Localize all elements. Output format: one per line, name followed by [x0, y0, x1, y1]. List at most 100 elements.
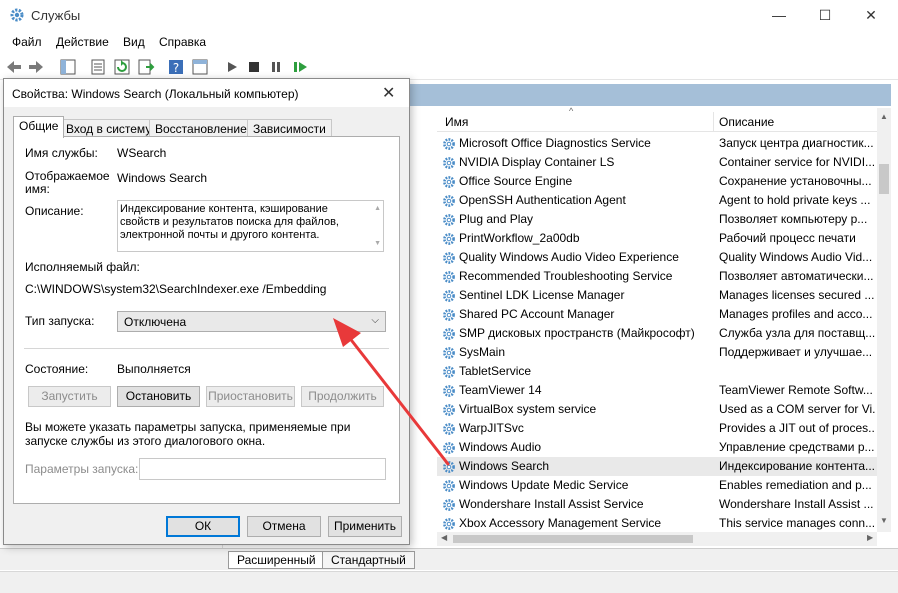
service-name: Plug and Play [459, 212, 534, 226]
service-name: NVIDIA Display Container LS [459, 155, 615, 169]
scroll-down-icon[interactable]: ▼ [877, 516, 891, 525]
tab-extended[interactable]: Расширенный [228, 551, 325, 569]
service-row[interactable]: TeamViewer 14 TeamViewer Remote Softw... [437, 381, 877, 400]
service-gear-icon [443, 290, 455, 302]
startup-type-value: Отключена [124, 315, 187, 329]
help-icon[interactable]: ? [166, 57, 186, 77]
service-name: OpenSSH Authentication Agent [459, 193, 626, 207]
menu-action[interactable]: Действие [56, 35, 109, 49]
service-row[interactable]: Windows Update Medic Service Enables reme… [437, 476, 877, 495]
service-row[interactable]: OpenSSH Authentication Agent Agent to hol… [437, 191, 877, 210]
startup-params-input[interactable] [139, 458, 386, 480]
startup-type-select[interactable]: Отключена ⌵ [117, 311, 386, 332]
service-row[interactable]: Recommended Troubleshooting Service Позво… [437, 267, 877, 286]
status-value: Выполняется [117, 362, 191, 376]
service-row[interactable]: Quality Windows Audio Video Experience Qu… [437, 248, 877, 267]
service-name: SMP дисковых пространств (Майкрософт) [459, 326, 695, 340]
play-icon[interactable] [222, 57, 242, 77]
service-description: Used as a COM server for Vi... [719, 402, 875, 416]
back-arrow-icon[interactable] [4, 57, 24, 77]
service-description: Provides a JIT out of proces... [719, 421, 875, 435]
ok-button[interactable]: ОК [166, 516, 240, 537]
menu-view[interactable]: Вид [123, 35, 145, 49]
horizontal-scrollbar[interactable]: ◀ ▶ [437, 532, 877, 546]
column-header-name[interactable]: Имя [445, 115, 468, 129]
service-row[interactable]: NVIDIA Display Container LS Container ser… [437, 153, 877, 172]
dialog-title-bar: Свойства: Windows Search (Локальный комп… [4, 79, 409, 107]
cancel-button[interactable]: Отмена [247, 516, 321, 537]
tab-recovery[interactable]: Восстановление [149, 119, 253, 137]
service-description: Управление средствами р... [719, 440, 875, 454]
maximize-button[interactable]: ☐ [802, 0, 848, 30]
resume-button[interactable]: Продолжить [301, 386, 384, 407]
start-button[interactable]: Запустить [28, 386, 111, 407]
service-row[interactable]: Shared PC Account Manager Manages profile… [437, 305, 877, 324]
tab-general[interactable]: Общие [13, 116, 65, 138]
service-row[interactable]: Microsoft Office Diagnostics Service Запу… [437, 134, 877, 153]
tab-standard[interactable]: Стандартный [322, 551, 415, 569]
service-row[interactable]: SMP дисковых пространств (Майкрософт) Слу… [437, 324, 877, 343]
scroll-up-icon[interactable]: ▲ [877, 112, 891, 121]
scroll-left-icon[interactable]: ◀ [441, 533, 447, 542]
service-rows: Microsoft Office Diagnostics Service Запу… [437, 134, 877, 533]
scroll-down-icon[interactable]: ▼ [374, 237, 381, 250]
menu-file[interactable]: Файл [12, 35, 42, 49]
service-row[interactable]: TabletService [437, 362, 877, 381]
service-description: Служба узла для поставщ... [719, 326, 875, 340]
service-gear-icon [443, 214, 455, 226]
status-label: Состояние: [25, 362, 89, 376]
column-separator[interactable] [713, 112, 714, 132]
service-row[interactable]: Office Source Engine Сохранение установоч… [437, 172, 877, 191]
export-icon[interactable] [136, 57, 156, 77]
column-header-description[interactable]: Описание [719, 115, 774, 129]
service-row[interactable]: Sentinel LDK License Manager Manages lice… [437, 286, 877, 305]
vertical-scrollbar[interactable]: ▲ ▼ [877, 108, 891, 532]
service-name: SysMain [459, 345, 506, 359]
display-name-label-line2: имя: [25, 182, 50, 196]
service-name: Shared PC Account Manager [459, 307, 615, 321]
service-row[interactable]: SysMain Поддерживает и улучшае... [437, 343, 877, 362]
startup-params-label: Параметры запуска: [25, 462, 139, 476]
service-gear-icon [443, 195, 455, 207]
service-row[interactable]: WarpJITSvc Provides a JIT out of proces..… [437, 419, 877, 438]
service-row[interactable]: Windows Audio Управление средствами р... [437, 438, 877, 457]
description-box[interactable]: Индексирование контента, кэширование сво… [117, 200, 384, 252]
close-button[interactable]: ✕ [848, 0, 894, 30]
service-row[interactable]: Xbox Accessory Management Service This se… [437, 514, 877, 533]
menu-help[interactable]: Справка [159, 35, 206, 49]
apply-button[interactable]: Применить [328, 516, 402, 537]
service-gear-icon [443, 233, 455, 245]
tab-logon[interactable]: Вход в систему [60, 119, 158, 137]
dialog-close-button[interactable]: ✕ [382, 83, 395, 103]
restart-icon[interactable] [290, 57, 310, 77]
service-gear-icon [443, 157, 455, 169]
service-row[interactable]: Plug and Play Позволяет компьютеру р... [437, 210, 877, 229]
service-name: Wondershare Install Assist Service [459, 497, 644, 511]
scroll-thumb-horizontal[interactable] [453, 535, 693, 543]
service-description: TeamViewer Remote Softw... [719, 383, 873, 397]
view-tabs: Расширенный Стандартный [0, 548, 898, 570]
service-row[interactable]: Windows Search Индексирование контента... [437, 457, 877, 476]
properties-icon[interactable] [88, 57, 108, 77]
service-name: WarpJITSvc [459, 421, 524, 435]
display-name-value: Windows Search [117, 171, 208, 185]
minimize-button[interactable]: — [756, 0, 802, 30]
view-icon[interactable] [190, 57, 210, 77]
service-row[interactable]: Wondershare Install Assist Service Wonder… [437, 495, 877, 514]
service-name: Xbox Accessory Management Service [459, 516, 662, 530]
service-gear-icon [443, 480, 455, 492]
scroll-thumb[interactable] [879, 164, 889, 194]
service-row[interactable]: VirtualBox system service Used as a COM s… [437, 400, 877, 419]
scroll-up-icon[interactable]: ▲ [374, 202, 381, 215]
stop-icon[interactable] [244, 57, 264, 77]
refresh-icon[interactable] [112, 57, 132, 77]
pause-button[interactable]: Приостановить [206, 386, 295, 407]
stop-button[interactable]: Остановить [117, 386, 200, 407]
console-tree-icon[interactable] [58, 57, 78, 77]
forward-arrow-icon[interactable] [26, 57, 46, 77]
tab-dependencies[interactable]: Зависимости [247, 119, 332, 137]
service-name: TabletService [459, 364, 532, 378]
scroll-right-icon[interactable]: ▶ [867, 533, 873, 542]
service-row[interactable]: PrintWorkflow_2a00db Рабочий процесс печа… [437, 229, 877, 248]
pause-icon[interactable] [266, 57, 286, 77]
